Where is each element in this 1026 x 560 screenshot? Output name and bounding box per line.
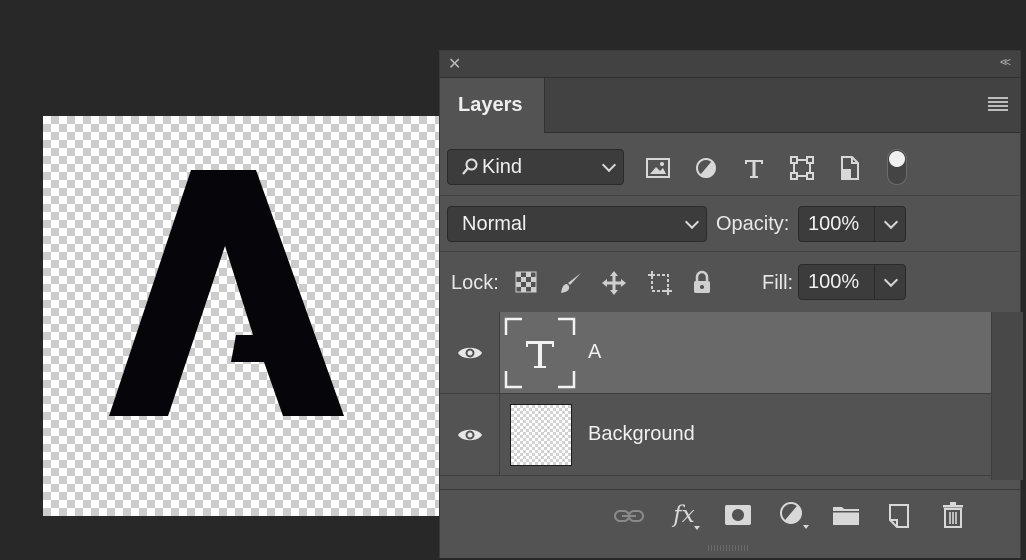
opacity-field[interactable]: 100% bbox=[798, 206, 906, 242]
filter-toggle-switch[interactable] bbox=[887, 149, 907, 185]
type-filter-icon[interactable] bbox=[741, 155, 767, 181]
document-canvas[interactable] bbox=[43, 116, 443, 516]
eye-icon[interactable] bbox=[457, 427, 483, 443]
fx-label: fx bbox=[673, 502, 695, 528]
search-icon bbox=[462, 158, 478, 175]
blend-mode-value: Normal bbox=[462, 212, 527, 235]
image-filter-icon[interactable] bbox=[645, 155, 671, 181]
lock-image-pixels-icon[interactable] bbox=[558, 270, 584, 296]
new-layer-icon[interactable] bbox=[885, 502, 913, 530]
chevron-down-icon bbox=[684, 214, 700, 230]
group-folder-icon[interactable] bbox=[830, 502, 862, 528]
filter-kind-label: Kind bbox=[482, 155, 523, 178]
opacity-dropdown[interactable] bbox=[875, 207, 905, 241]
fill-label: Fill: bbox=[762, 272, 794, 294]
filter-kind-select[interactable]: Kind bbox=[447, 149, 624, 185]
lock-row: Lock: Fill: 100% bbox=[440, 251, 1020, 312]
trash-icon[interactable] bbox=[939, 500, 967, 530]
fill-value[interactable]: 100% bbox=[799, 265, 876, 299]
panel-resize-grip[interactable] bbox=[708, 545, 750, 551]
letter-a-artwork bbox=[109, 170, 344, 416]
smart-object-filter-icon[interactable] bbox=[837, 155, 863, 181]
link-layers-icon[interactable] bbox=[612, 502, 646, 530]
close-icon[interactable]: ✕ bbox=[448, 54, 461, 74]
shape-filter-icon[interactable] bbox=[789, 155, 815, 181]
layer-row-background[interactable]: Background bbox=[440, 394, 991, 476]
text-layer-icon bbox=[504, 317, 576, 389]
layer-name[interactable]: Background bbox=[588, 394, 695, 475]
opacity-value[interactable]: 100% bbox=[799, 207, 876, 241]
lock-all-icon[interactable] bbox=[690, 269, 714, 295]
panel-tab-row: Layers bbox=[440, 78, 1020, 133]
background-layer-thumbnail bbox=[510, 404, 572, 466]
panel-menu-icon[interactable] bbox=[988, 97, 1008, 113]
blend-row: Normal Opacity: 100% bbox=[440, 195, 1020, 252]
fx-menu-arrow bbox=[694, 526, 700, 530]
layer-name[interactable]: A bbox=[588, 312, 601, 393]
fill-dropdown[interactable] bbox=[875, 265, 905, 299]
lock-label: Lock: bbox=[451, 272, 499, 294]
chevron-down-icon bbox=[883, 214, 899, 230]
tab-layers[interactable]: Layers bbox=[440, 78, 545, 133]
visibility-toggle[interactable] bbox=[440, 312, 500, 393]
mask-icon[interactable] bbox=[723, 502, 753, 528]
panel-titlebar: ✕ << bbox=[440, 51, 1020, 78]
tab-layers-label: Layers bbox=[458, 94, 523, 116]
adjustment-icon[interactable] bbox=[776, 500, 810, 530]
layers-panel: ✕ << Layers Kind Normal Opacity: 100% Lo… bbox=[439, 50, 1023, 558]
blend-mode-select[interactable]: Normal bbox=[447, 206, 707, 242]
adjustment-filter-icon[interactable] bbox=[693, 155, 719, 181]
fx-icon[interactable]: fx bbox=[666, 498, 702, 532]
layer-list-scrollbar[interactable] bbox=[991, 312, 1023, 480]
visibility-toggle[interactable] bbox=[440, 394, 500, 475]
filter-row: Kind bbox=[440, 139, 1020, 195]
chevron-down-icon bbox=[883, 272, 899, 288]
text-layer-thumbnail bbox=[504, 317, 576, 389]
layer-row-a[interactable]: A bbox=[440, 312, 991, 394]
lock-artboard-icon[interactable] bbox=[646, 269, 674, 297]
lock-position-icon[interactable] bbox=[600, 269, 628, 297]
chevron-down-icon bbox=[601, 157, 617, 173]
opacity-label: Opacity: bbox=[716, 213, 790, 235]
lock-transparent-pixels-icon[interactable] bbox=[514, 270, 538, 294]
layer-list: A Background bbox=[440, 312, 991, 480]
eye-icon[interactable] bbox=[457, 345, 483, 361]
collapse-icon[interactable]: << bbox=[1000, 55, 1011, 69]
fill-field[interactable]: 100% bbox=[798, 264, 906, 300]
